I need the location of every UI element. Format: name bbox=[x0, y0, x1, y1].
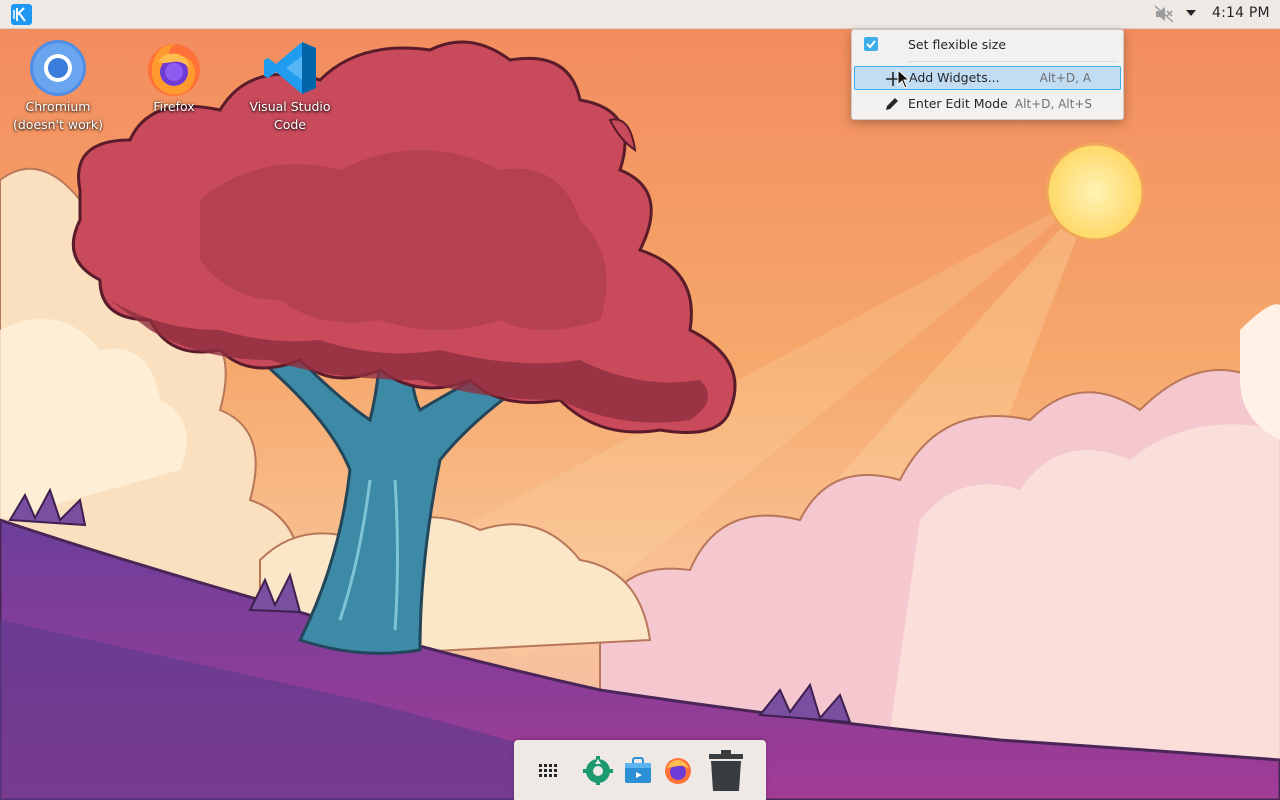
menu-item-label: Add Widgets... bbox=[909, 70, 1000, 85]
menu-item-label: Enter Edit Mode bbox=[908, 96, 1008, 111]
menu-item-label: Set flexible size bbox=[908, 37, 1007, 52]
pencil-icon bbox=[884, 96, 900, 112]
menu-separator bbox=[908, 61, 1118, 62]
desktop-icon-chromium[interactable]: Chromium (doesn't work) bbox=[8, 38, 108, 134]
trash-icon[interactable] bbox=[708, 749, 744, 793]
chromium-icon bbox=[28, 38, 88, 98]
system-settings-icon[interactable] bbox=[582, 754, 614, 786]
app-grid-icon[interactable] bbox=[532, 754, 564, 786]
menu-item-shortcut: Alt+D, A bbox=[1039, 71, 1091, 85]
desktop-icon-label: Visual Studio Code bbox=[249, 99, 331, 132]
desktop-wallpaper bbox=[0, 0, 1280, 800]
kde-logo-icon[interactable] bbox=[11, 4, 32, 25]
mouse-cursor-icon bbox=[897, 69, 911, 89]
desktop-icon-label: Chromium (doesn't work) bbox=[12, 99, 104, 132]
menu-item-shortcut: Alt+D, Alt+S bbox=[1014, 97, 1092, 111]
bottom-dock-panel bbox=[514, 740, 766, 800]
digital-clock[interactable]: 4:14 PM bbox=[1212, 5, 1270, 21]
top-panel: 4:14 PM bbox=[0, 0, 1280, 29]
checkbox-checked-icon[interactable] bbox=[864, 37, 878, 51]
desktop-icon-firefox[interactable]: Firefox bbox=[124, 38, 224, 116]
tray-expand-arrow-icon[interactable] bbox=[1186, 10, 1196, 16]
menu-item-set-flexible-size[interactable]: Set flexible size bbox=[854, 33, 1121, 57]
vscode-icon bbox=[260, 38, 320, 98]
discover-store-icon[interactable] bbox=[622, 754, 654, 786]
firefox-icon[interactable] bbox=[662, 754, 694, 786]
desktop-icon-vscode[interactable]: Visual Studio Code bbox=[240, 38, 340, 134]
firefox-icon bbox=[144, 38, 204, 98]
desktop-context-menu: Set flexible size Add Widgets... Alt+D, … bbox=[851, 29, 1124, 120]
menu-item-add-widgets[interactable]: Add Widgets... Alt+D, A bbox=[854, 66, 1121, 90]
audio-muted-icon[interactable] bbox=[1154, 5, 1174, 23]
desktop-icon-label: Firefox bbox=[153, 99, 195, 114]
menu-item-enter-edit-mode[interactable]: Enter Edit Mode Alt+D, Alt+S bbox=[854, 92, 1121, 116]
